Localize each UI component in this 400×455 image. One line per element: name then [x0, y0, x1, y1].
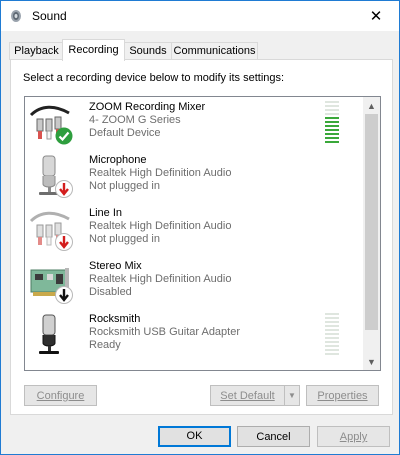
meter-segment	[325, 121, 339, 123]
meter-segment	[325, 105, 339, 107]
meter-segment	[325, 125, 339, 127]
list-item[interactable]: ZOOM Recording Mixer 4- ZOOM G Series De…	[25, 97, 363, 150]
device-list[interactable]: ZOOM Recording Mixer 4- ZOOM G Series De…	[24, 96, 381, 371]
meter-segment	[325, 113, 339, 115]
device-description: 4- ZOOM G Series	[89, 114, 181, 126]
meter-segment	[325, 317, 339, 319]
device-name: ZOOM Recording Mixer	[89, 101, 206, 113]
device-name: Stereo Mix	[89, 260, 142, 272]
device-description: Rocksmith USB Guitar Adapter	[89, 326, 241, 338]
speaker-icon	[11, 10, 21, 22]
level-meter	[325, 101, 339, 145]
meter-segment	[325, 101, 339, 103]
meter-segment	[325, 137, 339, 139]
configure-label: Configure	[36, 390, 85, 402]
set-default-dropdown-icon[interactable]: ▼	[284, 385, 300, 406]
configure-button[interactable]: Configure	[24, 385, 97, 406]
device-name: Line In	[89, 207, 123, 219]
scroll-down-icon[interactable]: ▼	[363, 353, 380, 370]
list-item[interactable]: Microphone Realtek High Definition Audio…	[25, 150, 363, 203]
scroll-thumb[interactable]	[365, 114, 378, 330]
meter-segment	[325, 313, 339, 315]
list-item[interactable]: Line In Realtek High Definition Audio No…	[25, 203, 363, 256]
tab-playback[interactable]: Playback	[9, 42, 64, 60]
meter-segment	[325, 329, 339, 331]
meter-segment	[325, 321, 339, 323]
window-title: Sound	[32, 9, 67, 23]
meter-segment	[325, 325, 339, 327]
meter-segment	[325, 109, 339, 111]
device-name: Microphone	[89, 154, 147, 166]
apply-button[interactable]: Apply	[317, 426, 390, 447]
meter-segment	[325, 353, 339, 355]
set-default-button[interactable]: Set Default	[210, 385, 285, 406]
meter-segment	[325, 349, 339, 351]
vertical-scrollbar[interactable]: ▲ ▼	[363, 97, 380, 370]
close-button[interactable]: ✕	[353, 1, 399, 31]
meter-segment	[325, 337, 339, 339]
red-down-arrow-icon	[55, 233, 73, 251]
close-icon: ✕	[369, 8, 383, 25]
scroll-up-icon[interactable]: ▲	[363, 97, 380, 114]
red-down-arrow-icon	[55, 180, 73, 198]
meter-segment	[325, 341, 339, 343]
device-status: Ready	[89, 339, 121, 351]
device-status: Not plugged in	[89, 233, 160, 245]
meter-segment	[325, 345, 339, 347]
list-item[interactable]: Rocksmith Rocksmith USB Guitar Adapter R…	[25, 309, 363, 362]
microphone-icon	[39, 314, 59, 354]
device-status: Not plugged in	[89, 180, 160, 192]
meter-segment	[325, 117, 339, 119]
instruction-text: Select a recording device below to modif…	[23, 72, 285, 84]
device-description: Realtek High Definition Audio	[89, 167, 232, 179]
tab-communications[interactable]: Communications	[171, 42, 258, 60]
title-bar[interactable]: Sound ✕	[1, 1, 399, 31]
set-default-label: Set Default	[220, 390, 275, 402]
recording-panel: Select a recording device below to modif…	[10, 59, 393, 415]
apply-label: Apply	[339, 431, 368, 443]
device-status: Disabled	[89, 286, 132, 298]
device-status: Default Device	[89, 127, 161, 139]
meter-segment	[325, 333, 339, 335]
tab-recording[interactable]: Recording	[62, 39, 125, 61]
properties-label: Properties	[317, 390, 368, 402]
cancel-button[interactable]: Cancel	[237, 426, 310, 447]
device-name: Rocksmith	[89, 313, 141, 325]
tab-sounds[interactable]: Sounds	[124, 42, 172, 60]
ok-button[interactable]: OK	[158, 426, 231, 447]
device-description: Realtek High Definition Audio	[89, 220, 232, 232]
sound-dialog: Sound ✕ Playback Recording Sounds Commun…	[0, 0, 400, 455]
green-check-icon	[55, 127, 73, 145]
meter-segment	[325, 133, 339, 135]
meter-segment	[325, 141, 339, 143]
device-description: Realtek High Definition Audio	[89, 273, 232, 285]
meter-segment	[325, 129, 339, 131]
list-item[interactable]: Stereo Mix Realtek High Definition Audio…	[25, 256, 363, 309]
properties-button[interactable]: Properties	[306, 385, 379, 406]
level-meter	[325, 313, 339, 357]
black-down-arrow-icon	[55, 286, 73, 304]
